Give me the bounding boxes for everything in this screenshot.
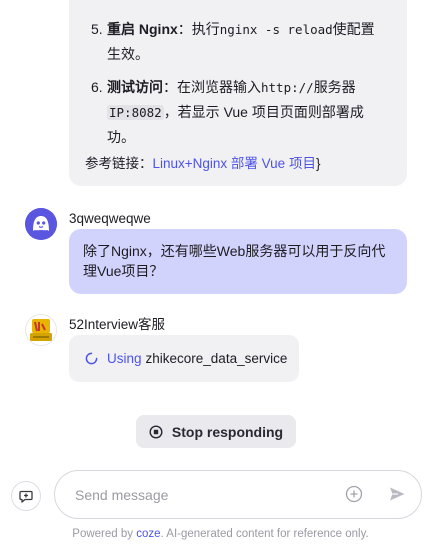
- inline-code: IP:8082: [107, 105, 164, 120]
- tool-name: zhikecore_data_service: [145, 351, 288, 366]
- reference-label: 参考链接：: [85, 156, 153, 171]
- coze-link[interactable]: coze: [136, 528, 160, 540]
- step-number: 5.: [91, 21, 103, 37]
- step-title: 重启 Nginx: [107, 21, 178, 37]
- footer-disclaimer: Powered by coze. AI-generated content fo…: [72, 528, 369, 540]
- bot-sender-name: 52Interview客服: [69, 317, 166, 332]
- user-sender-name: 3qweqweqwe: [69, 211, 151, 226]
- stop-responding-label: Stop responding: [171, 423, 284, 440]
- step-number: 6.: [91, 79, 103, 95]
- reference-link[interactable]: Linux+Nginx 部署 Vue 项目: [153, 156, 316, 171]
- add-attachment-icon[interactable]: [345, 485, 363, 503]
- tool-status-label: Using: [107, 351, 142, 366]
- message-composer: [54, 470, 422, 519]
- bot-avatar-icon: [26, 315, 56, 345]
- previous-bot-message-card: 5. 重启 Nginx：执行nginx -s reload使配置生效。 6. 测…: [69, 0, 407, 186]
- message-input[interactable]: [75, 471, 335, 518]
- user-avatar: [25, 208, 57, 240]
- stop-responding-button[interactable]: Stop responding: [136, 415, 296, 448]
- step-text: 执行: [191, 21, 220, 37]
- send-icon[interactable]: [388, 485, 406, 503]
- step-text: 在浏览器输入: [177, 79, 261, 95]
- stop-icon: [149, 424, 163, 439]
- step-title: 测试访问: [107, 79, 163, 95]
- user-message-bubble: 除了Nginx，还有哪些Web服务器可以用于反向代理Vue项目？: [69, 229, 407, 294]
- step-text: 服务器: [313, 79, 356, 95]
- loading-spinner-icon: [85, 352, 98, 365]
- tool-status-bubble: Using zhikecore_data_service: [69, 335, 299, 382]
- inline-code: nginx -s reload: [219, 22, 333, 37]
- inline-code: http://: [261, 80, 314, 95]
- bot-avatar: [25, 314, 57, 346]
- reference-line: 参考链接：Linux+Nginx 部署 Vue 项目}: [85, 156, 321, 171]
- user-avatar-icon: [25, 208, 57, 240]
- new-chat-icon: [19, 490, 33, 503]
- clear-chat-button[interactable]: [11, 481, 41, 511]
